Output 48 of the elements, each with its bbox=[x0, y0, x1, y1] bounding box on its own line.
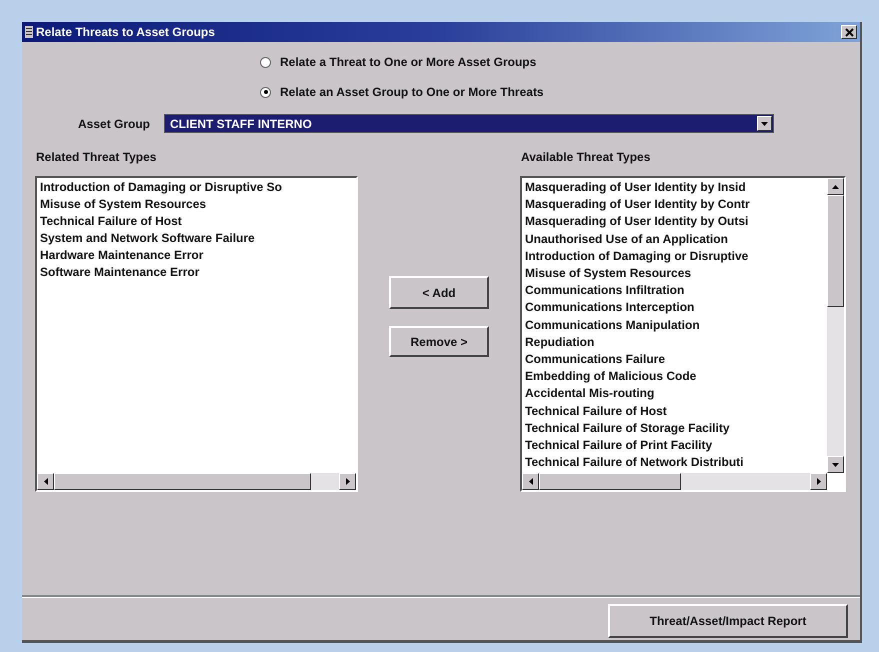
list-item[interactable]: System and Network Software Failure bbox=[40, 230, 356, 247]
list-item[interactable]: Technical Failure of Storage Facility bbox=[525, 420, 827, 438]
asset-group-dropdown[interactable]: CLIENT STAFF INTERNO bbox=[164, 114, 774, 133]
scroll-right-icon bbox=[816, 478, 820, 485]
scroll-down-icon bbox=[832, 462, 839, 466]
list-item[interactable]: Masquerading of User Identity by Insid bbox=[525, 179, 827, 196]
list-item[interactable]: Technical Failure of Network Distributi bbox=[525, 454, 827, 472]
radio-label[interactable]: Relate a Threat to One or More Asset Groups bbox=[280, 55, 536, 69]
list-heading: Related Threat Types bbox=[35, 150, 158, 164]
scroll-left-icon bbox=[44, 478, 48, 485]
scroll-left-icon bbox=[528, 478, 532, 485]
list-item[interactable]: Misuse of System Resources bbox=[40, 196, 356, 213]
list-item[interactable]: Accidental Mis-routing bbox=[525, 385, 827, 403]
list-item[interactable]: Masquerading of User Identity by Outsi bbox=[525, 213, 827, 231]
radio-button[interactable] bbox=[260, 86, 271, 98]
list-item[interactable]: Technical Failure of Print Facility bbox=[525, 437, 827, 454]
list-item[interactable]: Masquerading of User Identity by Contr bbox=[525, 196, 827, 214]
field-label: Asset Group bbox=[78, 116, 150, 130]
list-item[interactable]: Introduction of Damaging or Disruptive bbox=[525, 248, 827, 266]
horizontal-scrollbar[interactable] bbox=[522, 473, 827, 490]
vertical-scrollbar[interactable] bbox=[827, 178, 844, 473]
list-item[interactable]: Software Maintenance Error bbox=[40, 264, 356, 281]
list-item[interactable]: Communications Failure bbox=[525, 351, 827, 368]
scroll-right-icon bbox=[346, 478, 350, 485]
close-button[interactable] bbox=[841, 25, 857, 39]
list-item[interactable]: Misuse of System Resources bbox=[525, 265, 827, 282]
list-item[interactable]: Embedding of Malicious Code bbox=[525, 368, 827, 386]
list-item[interactable]: Communications Interception bbox=[525, 299, 827, 317]
list-item[interactable]: Unauthorised Use of an Application bbox=[525, 230, 827, 248]
close-icon bbox=[844, 28, 854, 36]
list-item[interactable]: Repudiation bbox=[525, 334, 827, 352]
action-button[interactable]: Remove > bbox=[389, 326, 489, 357]
list-item[interactable]: Technical Failure of Host bbox=[40, 213, 356, 230]
list-item[interactable]: Hardware Maintenance Error bbox=[40, 247, 356, 264]
list-item[interactable]: Communications Manipulation bbox=[525, 316, 827, 334]
list-item[interactable]: Introduction of Damaging or Disruptive So bbox=[40, 179, 356, 196]
window-title: Relate Threats to Asset Groups bbox=[36, 25, 215, 39]
form-icon bbox=[25, 26, 33, 38]
horizontal-scrollbar[interactable] bbox=[37, 473, 356, 490]
report-button[interactable]: Threat/Asset/Impact Report bbox=[608, 604, 848, 638]
dropdown-arrow-icon bbox=[761, 122, 768, 126]
radio-label[interactable]: Relate an Asset Group to One or More Threats bbox=[280, 85, 544, 99]
radio-button[interactable] bbox=[260, 56, 271, 68]
list-heading: Available Threat Types bbox=[520, 150, 652, 164]
action-button[interactable]: < Add bbox=[389, 276, 489, 309]
list-item[interactable]: Communications Infiltration bbox=[525, 282, 827, 300]
scroll-up-icon bbox=[832, 184, 839, 188]
list-item[interactable]: Technical Failure of Host bbox=[525, 402, 827, 420]
